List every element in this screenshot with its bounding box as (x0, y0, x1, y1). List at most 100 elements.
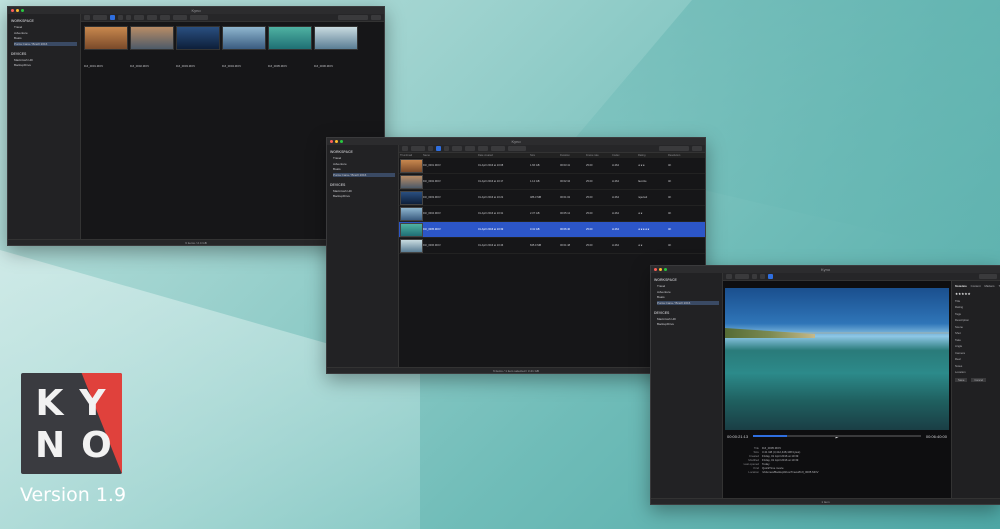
inspector-tab[interactable]: Markers (984, 284, 994, 288)
grid-view-button[interactable] (428, 146, 433, 151)
column-header[interactable]: Date created (478, 154, 530, 157)
sidebar-item-device[interactable]: Macintosh HD (657, 317, 719, 321)
sidebar-item-adventure[interactable]: Adventure (333, 162, 395, 166)
video-frame[interactable] (725, 288, 949, 430)
sidebar-item-device[interactable]: BackupDrive (657, 322, 719, 326)
search-input[interactable] (338, 15, 368, 20)
table-row[interactable]: DJI_0005.MOV 01 April 2016 at 10:39 3.41 G… (399, 222, 705, 238)
table-row[interactable]: DJI_0004.MOV 01 April 2016 at 10:31 2.37 G… (399, 206, 705, 222)
filter-video-button[interactable] (134, 15, 144, 20)
scrubber-progress (753, 435, 787, 437)
column-header[interactable]: Rating (638, 154, 668, 157)
sidebar-item-travel[interactable]: Travel (333, 156, 395, 160)
sidebar-item-device[interactable]: Macintosh HD (333, 189, 395, 193)
filter-audio-button[interactable] (147, 15, 157, 20)
table-row[interactable]: DJI_0006.MOV 01 April 2016 at 10:46 845.9 … (399, 238, 705, 254)
rating-filter[interactable] (173, 15, 187, 20)
inspector-tab[interactable]: Content (971, 284, 981, 288)
zoom-icon[interactable] (340, 140, 343, 143)
preview-select[interactable] (979, 274, 997, 279)
filter-button[interactable] (371, 15, 381, 20)
thumbnail-label: DJI_0003.MOV (176, 64, 196, 68)
thumbnail-image[interactable] (222, 26, 266, 50)
sort-select[interactable] (508, 146, 526, 151)
search-input[interactable] (659, 146, 689, 151)
sidebar-item-device[interactable]: Macintosh HD (14, 58, 77, 62)
video-player[interactable]: 00:00:21:13 ▶ 00:06:40:00 TitleDJI_0005.… (723, 281, 951, 498)
filter-video-button[interactable] (452, 146, 462, 151)
thumbnail-item[interactable]: DJI_0006.MOV (314, 26, 358, 68)
cancel-button[interactable]: Cancel (971, 378, 987, 382)
table-row[interactable]: DJI_0002.MOV 01 April 2016 at 10:17 1.12 G… (399, 174, 705, 190)
browse-button[interactable] (411, 146, 425, 151)
list-view-button[interactable] (436, 146, 441, 151)
column-header[interactable]: Name (423, 154, 478, 157)
sort-select[interactable] (190, 15, 208, 20)
thumbnail-image[interactable] (84, 26, 128, 50)
minimize-icon[interactable] (16, 9, 19, 12)
metadata-row: Location/Volumes/BackupDrive/Travel/DJI_… (727, 470, 818, 474)
filter-button[interactable] (692, 146, 702, 151)
column-header[interactable]: Duration (560, 154, 586, 157)
inspector-tab[interactable]: Metadata (955, 284, 967, 288)
thumbnail-item[interactable]: DJI_0002.MOV (130, 26, 174, 68)
close-icon[interactable] (11, 9, 14, 12)
minimize-icon[interactable] (659, 268, 662, 271)
column-header[interactable]: Size (530, 154, 560, 157)
table-row[interactable]: DJI_0003.MOV 01 April 2016 at 10:22 486.3 … (399, 190, 705, 206)
filter-image-button[interactable] (478, 146, 488, 151)
sidebar-item-adventure[interactable]: Adventure (14, 31, 77, 35)
browse-button[interactable] (735, 274, 749, 279)
thumbnail-image[interactable] (130, 26, 174, 50)
sidebar-item-device[interactable]: BackupDrive (14, 63, 77, 67)
player-view-button[interactable] (126, 15, 131, 20)
list-view-button[interactable] (760, 274, 765, 279)
back-button[interactable] (726, 274, 732, 279)
scrubber[interactable] (753, 435, 921, 437)
close-icon[interactable] (330, 140, 333, 143)
thumbnail-label: DJI_0001.MOV (84, 64, 104, 68)
thumbnail-item[interactable]: DJI_0003.MOV (176, 26, 220, 68)
zoom-icon[interactable] (664, 268, 667, 271)
thumbnail-item[interactable]: DJI_0001.MOV (84, 26, 128, 68)
column-header[interactable]: Frame rate (586, 154, 612, 157)
sidebar-item-punta-cana[interactable]: Punta Cana / Brazil 2016 (657, 300, 719, 305)
filter-audio-button[interactable] (465, 146, 475, 151)
minimize-icon[interactable] (335, 140, 338, 143)
thumbnail-image[interactable] (314, 26, 358, 50)
back-button[interactable] (402, 146, 408, 151)
grid-view-button[interactable] (752, 274, 757, 279)
window-titlebar: Kyno (8, 7, 384, 14)
sidebar-item-boats[interactable]: Boats (657, 295, 719, 299)
thumbnail-item[interactable]: DJI_0004.MOV (222, 26, 266, 68)
save-button[interactable]: Save (955, 378, 968, 382)
sidebar-item-travel[interactable]: Travel (657, 284, 719, 288)
column-header[interactable]: Thumbnail (399, 154, 423, 157)
close-icon[interactable] (654, 268, 657, 271)
column-header[interactable]: Codec (612, 154, 638, 157)
list-view-button[interactable] (118, 15, 123, 20)
thumbnail-image[interactable] (268, 26, 312, 50)
grid-view-button[interactable] (110, 15, 115, 20)
sidebar-item-boats[interactable]: Boats (333, 167, 395, 171)
player-view-button[interactable] (444, 146, 449, 151)
sidebar-item-device[interactable]: BackupDrive (333, 194, 395, 198)
sidebar-item-punta-cana[interactable]: Punta Cana / Brazil 2016 (333, 172, 395, 177)
back-button[interactable] (84, 15, 90, 20)
sidebar-item-boats[interactable]: Boats (14, 36, 77, 40)
zoom-icon[interactable] (21, 9, 24, 12)
rating-filter[interactable] (491, 146, 505, 151)
filter-image-button[interactable] (160, 15, 170, 20)
browse-button[interactable] (93, 15, 107, 20)
rating-stars[interactable]: ★★★★★ (955, 292, 997, 296)
column-header[interactable]: Resolution (668, 154, 698, 157)
table-row[interactable]: DJI_0001.MOV 01 April 2016 at 10:08 1.66 G… (399, 158, 705, 174)
thumbnail-image[interactable] (176, 26, 220, 50)
player-view-button[interactable] (768, 274, 773, 279)
sidebar-item-travel[interactable]: Travel (14, 25, 77, 29)
thumbnail-item[interactable]: DJI_0005.MOV (268, 26, 312, 68)
version-label: Version 1.9 (19, 484, 127, 506)
sidebar-item-punta-cana[interactable]: Punta Cana / Brazil 2016 (14, 41, 77, 46)
inspector-field-label: Reel (955, 357, 961, 361)
sidebar-item-adventure[interactable]: Adventure (657, 290, 719, 294)
